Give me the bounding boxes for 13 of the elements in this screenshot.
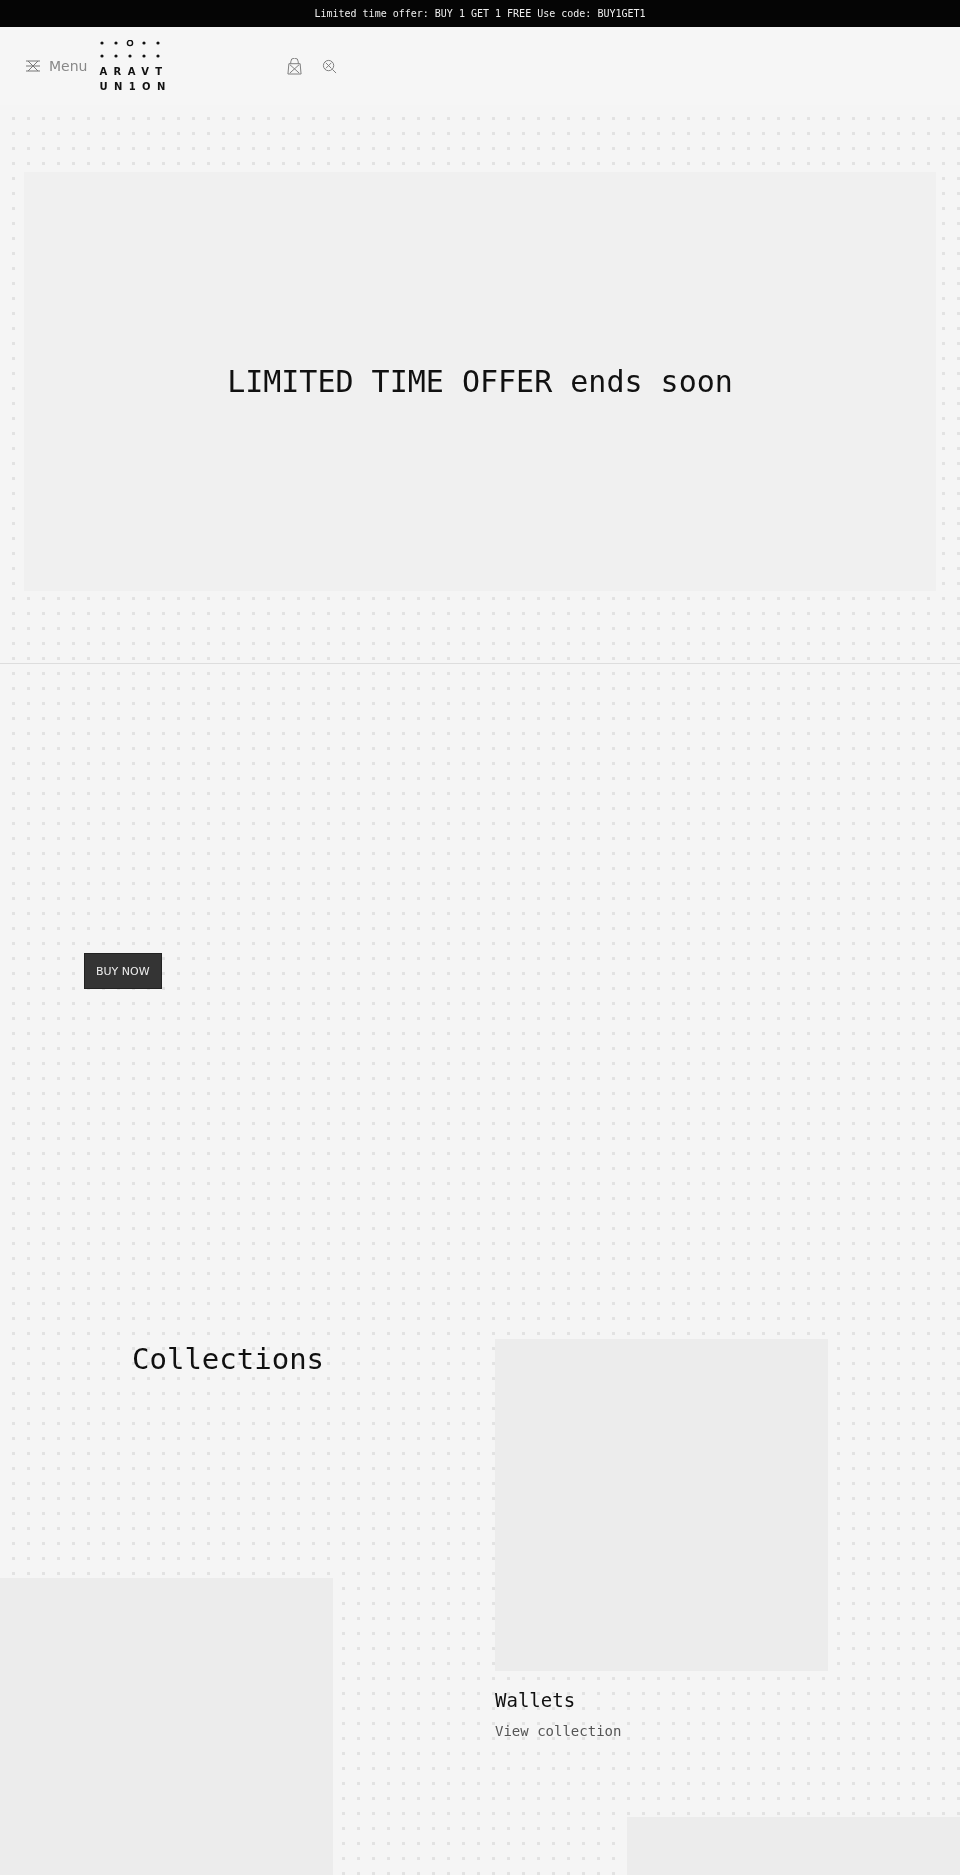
- announcement-text: Limited time offer: BUY 1 GET 1 FREE Use code: BUY1GET1: [314, 8, 646, 19]
- search-icon[interactable]: [321, 58, 337, 74]
- section-heading: Collections: [132, 1341, 326, 1378]
- logo-text: ARAVT: [99, 65, 170, 78]
- buy-now-button[interactable]: BUY NOW: [84, 953, 162, 989]
- hero-title: LIMITED TIME OFFER ends soon: [227, 364, 733, 399]
- view-collection-link[interactable]: View collection: [495, 1723, 828, 1739]
- logo-dots-icon: [99, 39, 162, 60]
- collection-title[interactable]: Wallets: [495, 1689, 828, 1711]
- menu-icon: [25, 60, 41, 72]
- logo[interactable]: ARAVT UN1ON: [99, 39, 172, 93]
- logo-text: UN1ON: [99, 80, 172, 93]
- bag-icon[interactable]: [286, 57, 302, 75]
